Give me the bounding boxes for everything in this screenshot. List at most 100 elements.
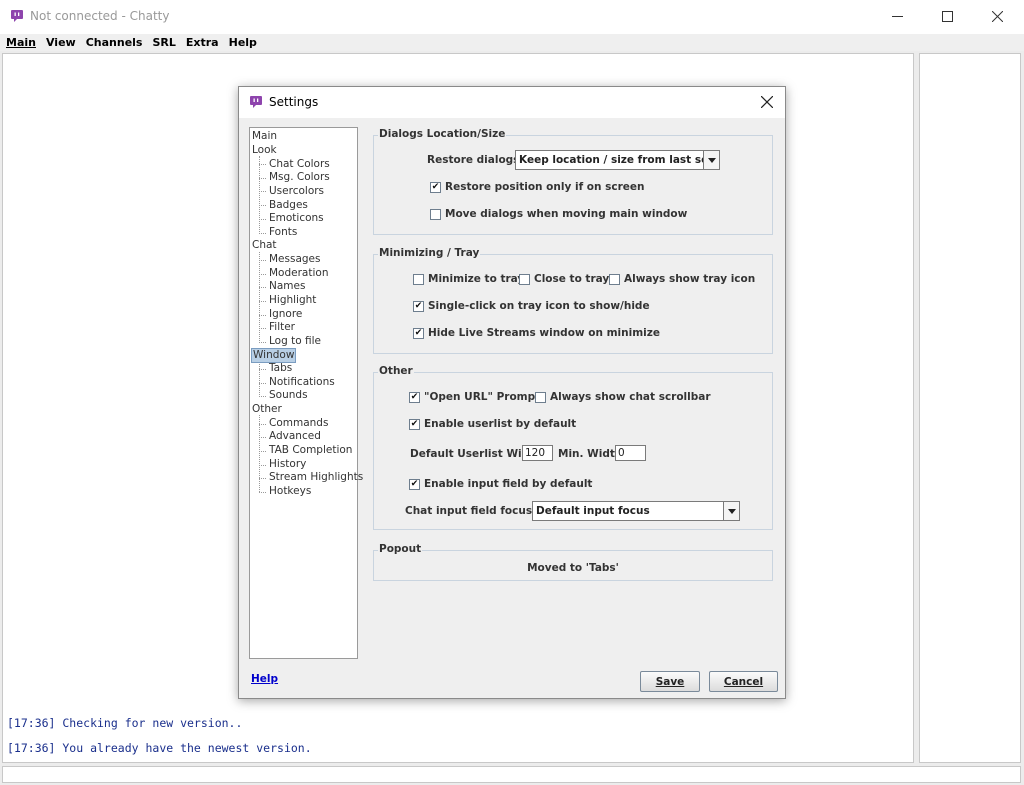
- nav-commands[interactable]: Commands: [269, 417, 328, 430]
- tree-tick: [259, 478, 266, 479]
- nav-ignore[interactable]: Ignore: [269, 308, 302, 321]
- group-title: Other: [378, 365, 414, 377]
- nav-moderation[interactable]: Moderation: [269, 267, 328, 280]
- nav-badges[interactable]: Badges: [269, 199, 308, 212]
- tree-tick: [259, 383, 266, 384]
- nav-names[interactable]: Names: [269, 280, 305, 293]
- menu-extra[interactable]: Extra: [181, 36, 224, 49]
- popout-group: Popout Moved to 'Tabs': [373, 543, 773, 581]
- save-button[interactable]: Save: [640, 671, 700, 692]
- nav-highlight[interactable]: Highlight: [269, 294, 316, 307]
- group-title: Popout: [378, 543, 423, 555]
- nav-log-to-file[interactable]: Log to file: [269, 335, 321, 348]
- nav-history[interactable]: History: [269, 458, 306, 471]
- tree-tick: [259, 233, 266, 234]
- open-url-prompt-checkbox[interactable]: ✔ "Open URL" Prompt: [409, 391, 540, 403]
- chat-line: [17:36] You already have the newest vers…: [7, 741, 312, 755]
- chat-input[interactable]: [2, 766, 1021, 783]
- userlist-width-input[interactable]: 120: [522, 445, 553, 461]
- checkbox-box: [519, 273, 530, 285]
- select-value: Keep location / size from last session: [519, 154, 703, 166]
- title-bar: Not connected - Chatty: [0, 0, 1024, 34]
- menu-main[interactable]: Main: [0, 36, 41, 49]
- enable-userlist-checkbox[interactable]: ✔ Enable userlist by default: [409, 418, 576, 430]
- single-click-tray-checkbox[interactable]: ✔ Single-click on tray icon to show/hide: [413, 300, 650, 312]
- tree-tick: [259, 424, 266, 425]
- restore-on-screen-checkbox[interactable]: ✔ Restore position only if on screen: [430, 181, 645, 193]
- checkbox-box: ✔: [413, 300, 424, 312]
- move-dialogs-checkbox[interactable]: Move dialogs when moving main window: [430, 208, 687, 220]
- checkbox-label: Single-click on tray icon to show/hide: [428, 300, 650, 312]
- tree-tick: [259, 205, 266, 206]
- tree-tick: [259, 260, 266, 261]
- nav-emoticons[interactable]: Emoticons: [269, 212, 324, 225]
- nav-advanced[interactable]: Advanced: [269, 430, 321, 443]
- tree-tick: [259, 287, 266, 288]
- nav-notifications[interactable]: Notifications: [269, 376, 335, 389]
- restore-dialogs-select[interactable]: Keep location / size from last session: [515, 150, 720, 170]
- menu-channels[interactable]: Channels: [81, 36, 148, 49]
- tree-tick: [259, 369, 266, 370]
- checkbox-box: ✔: [409, 391, 420, 403]
- checkbox-label: Close to tray: [534, 273, 610, 285]
- dialog-close-button[interactable]: [757, 92, 777, 112]
- maximize-button[interactable]: [924, 0, 970, 32]
- input-focus-select[interactable]: Default input focus: [532, 501, 740, 521]
- nav-main[interactable]: Main: [252, 130, 277, 143]
- checkbox-label: Hide Live Streams window on minimize: [428, 327, 660, 339]
- nav-window[interactable]: Window: [251, 348, 297, 363]
- menu-view[interactable]: View: [41, 36, 81, 49]
- nav-stream-highlights[interactable]: Stream Highlights: [269, 471, 363, 484]
- settings-nav-tree[interactable]: Main Look Chat Colors Msg. Colors Userco…: [249, 127, 363, 659]
- nav-hotkeys[interactable]: Hotkeys: [269, 485, 311, 498]
- tree-tick: [259, 465, 266, 466]
- chatty-icon: [11, 10, 23, 22]
- chatty-icon: [250, 96, 262, 108]
- checkbox-label: "Open URL" Prompt: [424, 391, 541, 403]
- nav-messages[interactable]: Messages: [269, 253, 321, 266]
- popout-moved-text: Moved to 'Tabs': [527, 562, 619, 574]
- input-focus-label: Chat input field focus:: [405, 505, 537, 517]
- hide-live-streams-checkbox[interactable]: ✔ Hide Live Streams window on minimize: [413, 327, 660, 339]
- help-link[interactable]: Help: [251, 673, 278, 685]
- checkbox-label: Always show tray icon: [624, 273, 756, 285]
- checkbox-box: ✔: [409, 418, 420, 430]
- menu-help[interactable]: Help: [224, 36, 262, 49]
- tree-tick: [259, 328, 266, 329]
- checkbox-box: [430, 208, 441, 220]
- tree-line: [259, 156, 260, 234]
- userlist-pane[interactable]: [919, 53, 1021, 763]
- dialog-title-bar: Settings: [239, 87, 785, 118]
- window-title: Not connected - Chatty: [30, 9, 170, 23]
- nav-msg-colors[interactable]: Msg. Colors: [269, 171, 330, 184]
- min-width-input[interactable]: 0: [615, 445, 646, 461]
- nav-other[interactable]: Other: [252, 403, 282, 416]
- tree-tick: [259, 164, 266, 165]
- close-button[interactable]: [974, 0, 1020, 32]
- always-show-scrollbar-checkbox[interactable]: Always show chat scrollbar: [535, 391, 711, 403]
- close-to-tray-checkbox[interactable]: Close to tray: [519, 273, 609, 285]
- menu-bar: Main View Channels SRL Extra Help: [0, 34, 1024, 51]
- always-tray-icon-checkbox[interactable]: Always show tray icon: [609, 273, 755, 285]
- nav-usercolors[interactable]: Usercolors: [269, 185, 324, 198]
- tree-tick: [259, 178, 266, 179]
- nav-filter[interactable]: Filter: [269, 321, 295, 334]
- minimize-to-tray-checkbox[interactable]: Minimize to tray: [413, 273, 524, 285]
- nav-chat-colors[interactable]: Chat Colors: [269, 158, 330, 171]
- nav-look[interactable]: Look: [252, 144, 277, 157]
- minimize-button[interactable]: [874, 0, 920, 32]
- checkbox-box: [535, 391, 546, 403]
- checkbox-label: Minimize to tray: [428, 273, 525, 285]
- nav-fonts[interactable]: Fonts: [269, 226, 297, 239]
- menu-srl[interactable]: SRL: [147, 36, 180, 49]
- cancel-button[interactable]: Cancel: [709, 671, 778, 692]
- nav-tabs[interactable]: Tabs: [269, 362, 292, 375]
- nav-sounds[interactable]: Sounds: [269, 389, 308, 402]
- nav-tab-completion[interactable]: TAB Completion: [269, 444, 352, 457]
- chevron-down-icon: [703, 151, 719, 169]
- enable-input-field-checkbox[interactable]: ✔ Enable input field by default: [409, 478, 592, 490]
- restore-dialogs-label: Restore dialogs:: [427, 154, 524, 166]
- nav-chat[interactable]: Chat: [252, 239, 277, 252]
- checkbox-box: ✔: [430, 181, 441, 193]
- tree-tick: [259, 219, 266, 220]
